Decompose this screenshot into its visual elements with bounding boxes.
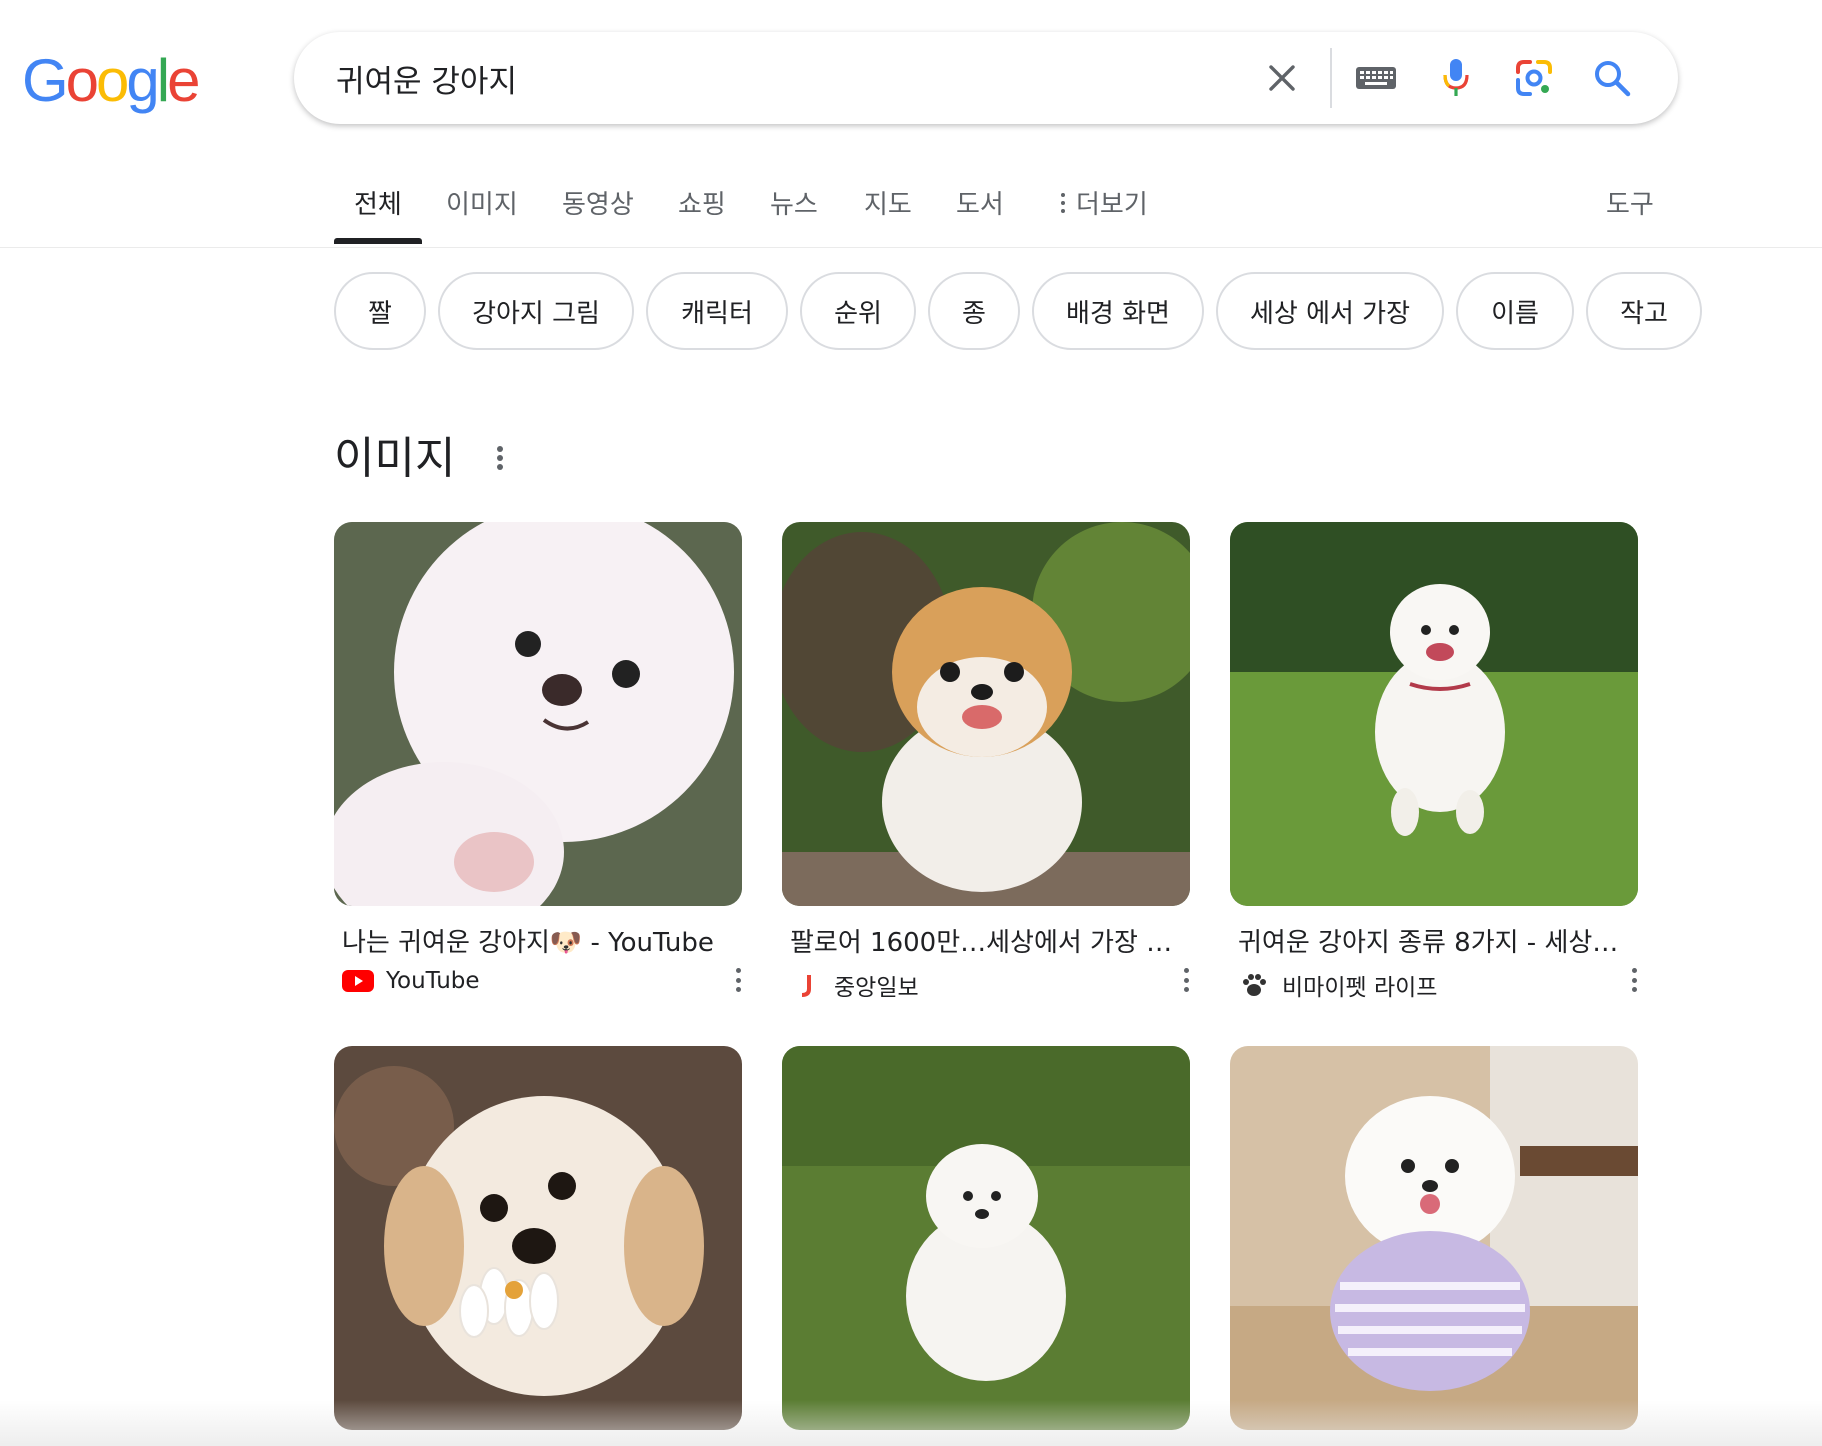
image-result-source[interactable]: YouTube — [342, 968, 480, 994]
dog-image-thumbnail[interactable] — [1230, 522, 1638, 906]
image-result-card[interactable]: 나는 귀여운 강아지🐶 - YouTube YouTube — [334, 522, 742, 1002]
tools-button[interactable]: 도구 — [1606, 184, 1654, 221]
dog-image-thumbnail[interactable] — [782, 522, 1190, 906]
joongang-logo-icon — [790, 973, 822, 997]
image-result-card[interactable] — [782, 1046, 1190, 1430]
chip-filter[interactable]: 세상 에서 가장 — [1216, 272, 1444, 350]
logo-letter: o — [96, 47, 129, 114]
tab-videos[interactable]: 동영상 — [562, 184, 634, 221]
more-vert-icon[interactable] — [734, 968, 742, 992]
tab-all[interactable]: 전체 — [354, 184, 402, 221]
image-result-title[interactable]: 나는 귀여운 강아지🐶 - YouTube — [342, 922, 732, 959]
tab-news[interactable]: 뉴스 — [770, 184, 818, 221]
tab-more-label: 더보기 — [1076, 190, 1148, 220]
close-icon[interactable] — [1262, 58, 1302, 98]
microphone-icon[interactable] — [1436, 58, 1476, 98]
search-divider — [1330, 48, 1332, 108]
tab-more[interactable]: 더보기 — [1060, 184, 1148, 221]
logo-letter: l — [156, 47, 170, 114]
source-name: 중앙일보 — [834, 975, 919, 1001]
search-input[interactable]: 귀여운 강아지 — [336, 56, 517, 101]
logo-letter: o — [65, 47, 99, 114]
chip-filter[interactable]: 강아지 그림 — [438, 272, 634, 350]
logo-letter: G — [22, 47, 69, 114]
image-result-source[interactable]: 중앙일보 — [790, 968, 919, 1002]
chip-filter[interactable]: 순위 — [800, 272, 916, 350]
source-name: YouTube — [386, 968, 480, 994]
dog-image-thumbnail[interactable] — [782, 1046, 1190, 1430]
keyboard-icon[interactable] — [1354, 58, 1398, 98]
image-result-title[interactable]: 귀여운 강아지 종류 8가지 - 세상… — [1238, 922, 1628, 959]
chip-filter[interactable]: 배경 화면 — [1032, 272, 1204, 350]
tab-images[interactable]: 이미지 — [446, 184, 518, 221]
image-result-card[interactable]: 팔로어 1600만…세상에서 가장 … 중앙일보 — [782, 522, 1190, 1002]
image-result-source[interactable]: 비마이펫 라이프 — [1238, 968, 1437, 1002]
search-box[interactable]: 귀여운 강아지 — [294, 32, 1678, 124]
more-vert-icon[interactable] — [496, 446, 504, 470]
active-tab-indicator — [334, 238, 422, 244]
logo-letter: e — [167, 47, 200, 114]
lens-camera-icon[interactable] — [1514, 58, 1554, 98]
source-name: 비마이펫 라이프 — [1282, 975, 1438, 1001]
image-result-card[interactable] — [1230, 1046, 1638, 1430]
logo-letter: g — [126, 47, 159, 114]
tab-books[interactable]: 도서 — [956, 184, 1004, 221]
google-search-results-page: Google 귀여운 강아지 전체 이미지 동영상 쇼핑 뉴스 지도 도서 더보… — [0, 0, 1822, 1446]
chip-filter[interactable]: 이름 — [1456, 272, 1574, 350]
google-logo[interactable]: Google — [22, 47, 201, 114]
bottom-fade — [0, 1400, 1822, 1446]
tab-maps[interactable]: 지도 — [864, 184, 912, 221]
chip-filter[interactable]: 캐릭터 — [646, 272, 788, 350]
image-result-title[interactable]: 팔로어 1600만…세상에서 가장 … — [790, 922, 1180, 959]
image-result-card[interactable]: 귀여운 강아지 종류 8가지 - 세상… 비마이펫 라이프 — [1230, 522, 1638, 1002]
chip-filter[interactable]: 작고 — [1586, 272, 1702, 350]
more-vert-icon — [1060, 192, 1066, 213]
images-section-title: 이미지 — [334, 433, 456, 484]
image-result-card[interactable] — [334, 1046, 742, 1430]
search-icon[interactable] — [1592, 58, 1632, 98]
dog-image-thumbnail[interactable] — [334, 1046, 742, 1430]
more-vert-icon[interactable] — [1630, 968, 1638, 992]
paw-icon — [1238, 973, 1270, 997]
tab-shopping[interactable]: 쇼핑 — [678, 184, 726, 221]
chip-filter[interactable]: 짤 — [334, 272, 426, 350]
youtube-icon — [342, 969, 374, 993]
dog-image-thumbnail[interactable] — [1230, 1046, 1638, 1430]
search-tabs: 전체 이미지 동영상 쇼핑 뉴스 지도 도서 더보기 도구 — [0, 168, 1822, 248]
dog-image-thumbnail[interactable] — [334, 522, 742, 906]
more-vert-icon[interactable] — [1182, 968, 1190, 992]
chip-filter[interactable]: 종 — [928, 272, 1020, 350]
